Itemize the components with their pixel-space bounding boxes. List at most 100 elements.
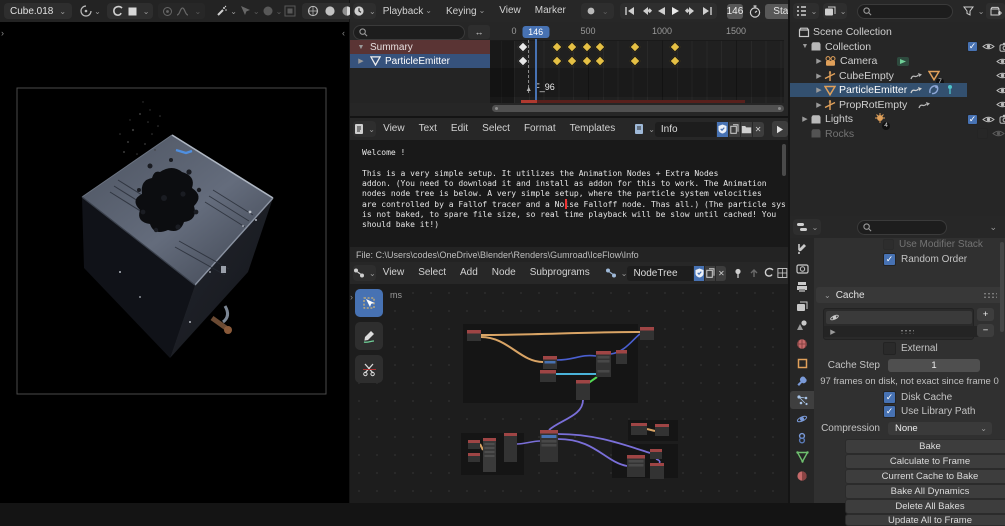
shading-wireframe-button[interactable] xyxy=(305,4,320,18)
keyframe-area[interactable]: 0 500 1000 1500 ▲ F_96 146 xyxy=(490,25,784,103)
expand-icon[interactable]: ▶ xyxy=(814,86,824,94)
delete-all-bakes-button[interactable]: Delete All Bakes xyxy=(845,499,1005,514)
editor-type-button[interactable]: ⌄ xyxy=(353,3,376,19)
snapping-button[interactable] xyxy=(763,265,775,281)
channel-particleemitter[interactable]: ▶ ParticleEmitter xyxy=(350,54,490,68)
menu-marker[interactable]: Marker xyxy=(528,0,573,22)
tab-output[interactable] xyxy=(790,278,814,296)
text-datablock-selector[interactable]: ⌄ xyxy=(634,121,655,137)
shading-solid-button[interactable] xyxy=(322,4,337,18)
fake-user-button[interactable] xyxy=(717,121,729,137)
eye-icon[interactable] xyxy=(996,57,1005,66)
square-icon[interactable] xyxy=(127,6,138,17)
menu-select[interactable]: Select xyxy=(411,262,453,284)
expand-icon[interactable]: ▶ xyxy=(814,101,824,109)
nodetree-datablock-selector[interactable]: ⌄ xyxy=(605,265,627,281)
keyframe-diamond[interactable] xyxy=(629,55,642,67)
eye-icon[interactable] xyxy=(996,100,1005,109)
editor-type-button[interactable]: ⌄ xyxy=(793,3,819,19)
menu-view[interactable]: View xyxy=(492,0,528,22)
node-editor-body[interactable]: ms › xyxy=(350,284,788,503)
tab-render[interactable] xyxy=(790,259,814,277)
expand-icon[interactable]: ▶ xyxy=(800,115,810,123)
tab-physics[interactable] xyxy=(790,410,814,428)
menu-format[interactable]: Format xyxy=(517,118,563,140)
nodetree-name-field[interactable]: NodeTree xyxy=(627,265,694,281)
keyframe-diamond[interactable] xyxy=(517,41,529,53)
keyframe-diamond[interactable] xyxy=(668,55,681,67)
drag-grip-icon[interactable] xyxy=(983,291,997,299)
tab-world[interactable] xyxy=(790,335,814,353)
outliner-row-camera[interactable]: ▶ Camera xyxy=(790,54,1005,68)
timeline-marker[interactable]: ▲ F_96 xyxy=(525,40,555,93)
keyframe-diamond[interactable] xyxy=(668,41,681,53)
channel-search-input[interactable] xyxy=(353,24,465,40)
cache-list-box[interactable]: ▶ xyxy=(823,308,979,340)
prev-keyframe-button[interactable] xyxy=(640,6,652,16)
timeline-scrollbar[interactable] xyxy=(492,105,784,112)
properties-search-input[interactable] xyxy=(857,219,947,235)
keyframe-diamond[interactable] xyxy=(566,55,578,67)
outliner-row-scene-collection[interactable]: Scene Collection xyxy=(790,25,1005,39)
camera-visibility-icon[interactable] xyxy=(999,114,1005,124)
normalize-toggle-button[interactable]: ↔ xyxy=(468,25,490,39)
tab-modifiers[interactable] xyxy=(790,373,814,391)
tab-scene[interactable] xyxy=(790,316,814,334)
collection-checkbox[interactable]: ✓ xyxy=(967,41,978,52)
expand-icon[interactable]: ▶ xyxy=(828,328,838,336)
current-frame-field[interactable]: 146 xyxy=(726,3,744,19)
cache-add-button[interactable]: + xyxy=(977,308,994,321)
keyframe-diamond[interactable] xyxy=(629,41,642,53)
new-text-button[interactable] xyxy=(729,121,740,137)
channel-summary[interactable]: ▼ Summary xyxy=(350,40,490,54)
use-modifier-stack-checkbox[interactable] xyxy=(883,238,894,250)
tab-object-data[interactable] xyxy=(790,448,814,466)
cursor-tool-button[interactable]: ⌄ xyxy=(239,3,260,19)
cache-remove-button[interactable]: − xyxy=(977,324,994,337)
menu-node[interactable]: Node xyxy=(485,262,523,284)
expand-icon[interactable]: ▶ xyxy=(814,72,824,80)
bake-button[interactable]: Bake xyxy=(845,439,1005,454)
copy-nodetree-button[interactable] xyxy=(705,265,716,281)
current-frame-badge[interactable]: 146 xyxy=(522,26,550,38)
new-collection-button[interactable] xyxy=(986,3,1005,19)
menu-templates[interactable]: Templates xyxy=(563,118,623,140)
menu-text[interactable]: Text xyxy=(412,118,444,140)
collection-checkbox[interactable] xyxy=(977,128,988,139)
tab-object[interactable] xyxy=(790,354,814,372)
random-order-checkbox[interactable]: ✓ xyxy=(883,252,896,266)
menu-view[interactable]: View xyxy=(376,262,412,284)
record-icon[interactable] xyxy=(586,6,596,16)
editor-type-button[interactable]: ⌄ xyxy=(353,265,376,281)
jump-to-end-button[interactable] xyxy=(702,6,713,16)
pin-button[interactable] xyxy=(732,265,744,281)
keyframe-diamond[interactable] xyxy=(517,55,529,67)
keyframe-diamond[interactable] xyxy=(566,41,578,53)
collection-checkbox[interactable]: ✓ xyxy=(967,113,978,125)
editor-type-button[interactable]: ⌄ xyxy=(793,219,821,235)
keyframe-diamond[interactable] xyxy=(594,55,606,67)
current-cache-to-bake-button[interactable]: Current Cache to Bake xyxy=(845,469,1005,484)
tab-tool[interactable] xyxy=(790,240,814,258)
bake-all-dynamics-button[interactable]: Bake All Dynamics xyxy=(845,484,1005,499)
use-preview-range-button[interactable] xyxy=(749,3,761,19)
go-parent-tree-button[interactable] xyxy=(748,265,760,281)
cache-step-field[interactable]: 1 xyxy=(888,358,980,372)
eye-icon[interactable] xyxy=(992,129,1005,138)
overlays-button[interactable] xyxy=(777,265,788,281)
filter-button[interactable]: ⌄ xyxy=(962,3,984,19)
tab-material[interactable] xyxy=(790,467,814,485)
menu-add[interactable]: Add xyxy=(453,262,485,284)
text-scrollbar[interactable] xyxy=(782,144,786,176)
dot-circle-icon[interactable] xyxy=(162,6,173,17)
cache-list-item[interactable] xyxy=(826,311,972,324)
outliner-row-lights[interactable]: ▶ Lights 4 ✓ xyxy=(790,112,1005,130)
run-script-button[interactable] xyxy=(771,121,788,137)
menu-select[interactable]: Select xyxy=(475,118,517,140)
external-row[interactable]: External xyxy=(814,342,1005,355)
tab-particles[interactable] xyxy=(790,391,814,409)
expand-icon[interactable]: ▼ xyxy=(356,44,366,51)
jump-to-start-button[interactable] xyxy=(624,6,635,16)
properties-scrollbar[interactable] xyxy=(1000,242,1004,332)
music-box-cube[interactable] xyxy=(81,101,274,358)
